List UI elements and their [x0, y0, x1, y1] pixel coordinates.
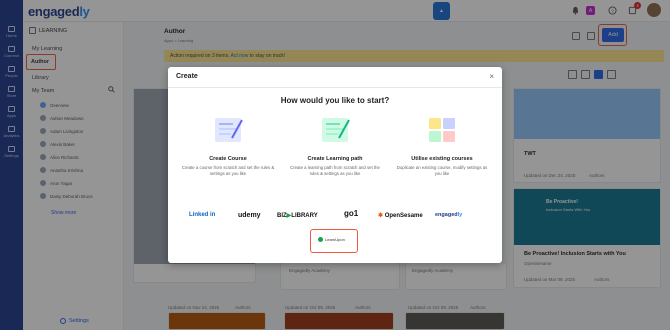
modal-header: Create ×	[168, 67, 502, 88]
learning-path-illustration-icon	[317, 114, 353, 148]
create-modal: Create × How would you like to start? Cr…	[168, 67, 502, 263]
option-utilise-existing[interactable]: Utilise existing courses Duplicate an ex…	[389, 114, 495, 177]
existing-courses-illustration-icon	[424, 114, 460, 148]
linkedin-logo[interactable]: Linked in	[189, 212, 215, 218]
bizlibrary-logo[interactable]: BIZ▶LIBRARY	[277, 212, 318, 219]
learnupon-logo[interactable]: LearnUpon	[318, 237, 345, 242]
option-create-course[interactable]: Create Course Create a course from scrat…	[175, 114, 281, 177]
option-create-learning-path[interactable]: Create Learning path Create a learning p…	[282, 114, 388, 177]
option-description: Create a course from scratch and set the…	[181, 165, 275, 176]
option-description: Duplicate an existing course, modify set…	[396, 165, 488, 176]
engagedly-partner-logo[interactable]: engagedly	[435, 212, 462, 218]
go1-logo[interactable]: go1	[344, 209, 358, 218]
option-description: Create a learning path from scratch and …	[290, 165, 380, 176]
course-illustration-icon	[210, 114, 246, 148]
udemy-logo[interactable]: udemy	[238, 212, 261, 219]
modal-title: Create	[176, 73, 198, 80]
opensesame-logo[interactable]: ✱ OpenSesame	[378, 212, 423, 219]
close-icon[interactable]: ×	[489, 72, 494, 81]
learnupon-icon	[318, 237, 323, 242]
option-title: Create Course	[209, 156, 247, 162]
modal-question: How would you like to start?	[280, 96, 390, 105]
option-title: Utilise existing courses	[411, 156, 473, 162]
option-title: Create Learning path	[307, 156, 363, 162]
partner-logos: Linked in udemy BIZ▶LIBRARY go1 ✱ OpenSe…	[180, 209, 490, 223]
